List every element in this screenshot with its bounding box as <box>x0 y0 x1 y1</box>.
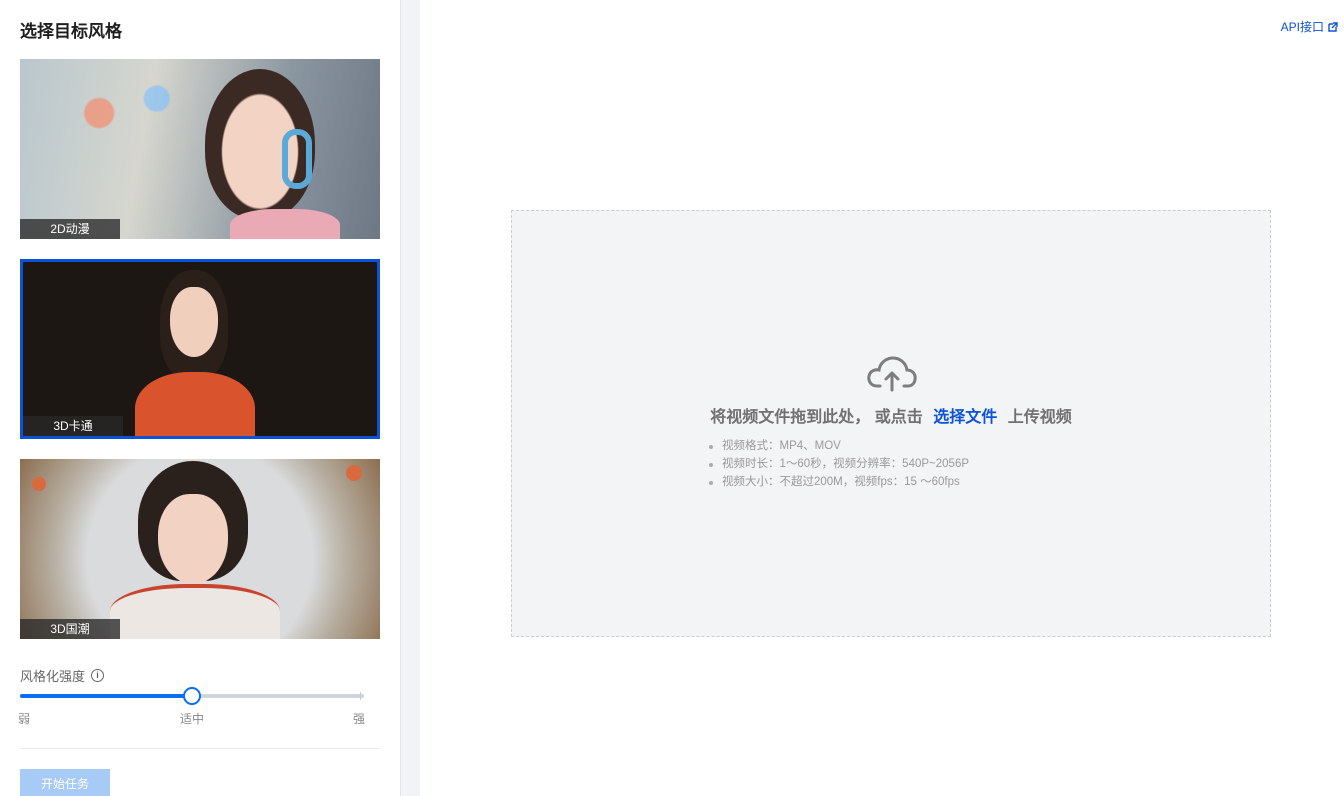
dropzone-prompt: 将视频文件拖到此处， 或点击 选择文件 上传视频 <box>512 403 1270 427</box>
style-preview-image <box>20 459 380 639</box>
dropzone-prompt-prefix: 将视频文件拖到此处， <box>710 409 871 426</box>
sidebar-divider <box>20 748 380 749</box>
slider-tick-strong: 强 <box>353 712 366 726</box>
requirement-format: 视频格式：MP4、MOV <box>708 437 969 455</box>
external-link-icon <box>1328 21 1338 32</box>
api-link-label: API接口 <box>1280 20 1324 34</box>
cloud-upload-icon <box>867 356 917 392</box>
video-dropzone[interactable]: 将视频文件拖到此处， 或点击 选择文件 上传视频 视频格式：MP4、MOV 视频… <box>511 210 1271 637</box>
select-file-link[interactable]: 选择文件 <box>933 409 997 426</box>
strength-label: 风格化强度 <box>20 669 86 684</box>
panel-divider <box>400 0 420 796</box>
strength-label-row: 风格化强度 i <box>20 666 105 685</box>
slider-fill <box>20 694 192 698</box>
style-card-label: 2D动漫 <box>20 219 120 239</box>
api-link[interactable]: API接口 <box>1281 18 1338 35</box>
requirement-duration: 视频时长：1～60秒，视频分辨率：540P~2056P <box>708 455 969 473</box>
dropzone-prompt-suffix: 上传视频 <box>1007 409 1072 426</box>
slider-thumb[interactable] <box>183 687 201 705</box>
style-card-label: 3D国潮 <box>20 619 120 639</box>
slider-tick-mid: 适中 <box>180 712 205 726</box>
slider-end-tick <box>360 692 361 700</box>
style-card-3d-guochao[interactable]: 3D国潮 <box>20 459 380 639</box>
requirement-size: 视频大小：不超过200M，视频fps：15 ～60fps <box>708 473 969 491</box>
style-card-2d-anime[interactable]: 2D动漫 <box>20 59 380 239</box>
style-preview-image <box>20 59 380 239</box>
info-icon[interactable]: i <box>91 669 105 682</box>
style-card-label: 3D卡通 <box>23 416 123 436</box>
upload-requirements: 视频格式：MP4、MOV 视频时长：1～60秒，视频分辨率：540P~2056P… <box>708 437 969 491</box>
slider-tick-weak: 弱 <box>18 712 31 726</box>
style-sidebar: 选择目标风格 2D动漫 3D卡通 3D国潮 风格化强度 i 弱 适中 强 开始任… <box>0 0 400 796</box>
start-task-button[interactable]: 开始任务 <box>20 769 110 796</box>
style-preview-image <box>23 262 377 436</box>
sidebar-title: 选择目标风格 <box>20 22 122 41</box>
dropzone-prompt-middle: 或点击 <box>874 409 923 426</box>
style-card-3d-cartoon[interactable]: 3D卡通 <box>20 259 380 439</box>
strength-slider[interactable] <box>20 687 364 705</box>
